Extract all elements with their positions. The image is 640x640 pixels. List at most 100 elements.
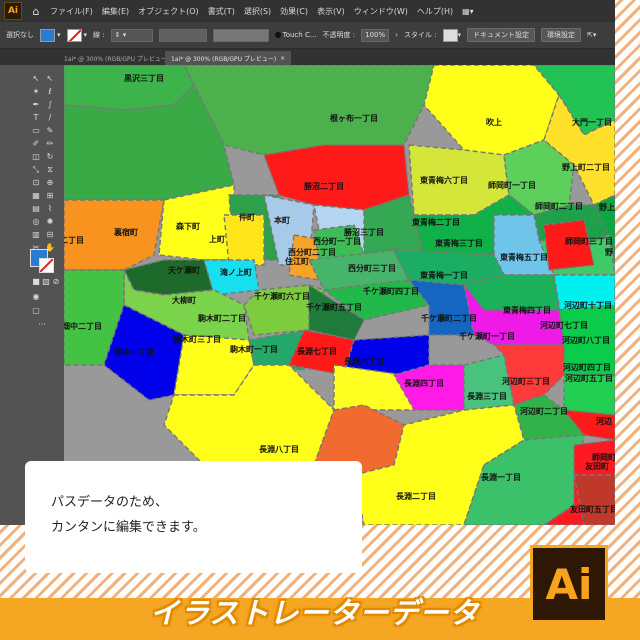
preferences-button[interactable]: 環境設定 — [541, 28, 582, 42]
app-logo: Ai — [4, 2, 22, 20]
direct-selection-tool-icon[interactable]: ↖ — [44, 73, 56, 85]
menu-file[interactable]: ファイル(F) — [50, 6, 93, 17]
map-label: 吹上 — [486, 117, 502, 127]
map-label: 東青梅六丁目 — [420, 175, 468, 185]
map-label: 河辺町八丁目 — [562, 335, 610, 345]
map-label: 大門一丁目 — [572, 117, 612, 127]
menu-view[interactable]: 表示(V) — [317, 6, 345, 17]
region-takinoue — [203, 259, 260, 296]
map-label: 西分町二丁目 — [288, 247, 336, 257]
map-label: 千ケ瀬町一丁目 — [459, 331, 515, 341]
stroke-weight-field[interactable]: ⇕ ▾ — [110, 28, 153, 42]
map-label: 東青梅五丁目 — [500, 252, 548, 262]
map-label: 長淵一丁目 — [481, 472, 521, 482]
map-label: 野 — [605, 248, 613, 257]
menu-select[interactable]: 選択(S) — [244, 6, 271, 17]
illustrator-window: Ai ⌂ ファイル(F) 編集(E) オブジェクト(O) 書式(T) 選択(S)… — [0, 0, 615, 525]
selection-status: 選択なし — [6, 31, 34, 39]
map-label: 駒木町二丁目 — [197, 313, 246, 323]
magic-wand-icon[interactable]: ✶ — [30, 86, 42, 98]
stroke-swatch[interactable]: ▾ — [66, 28, 87, 42]
map-label: 森下町 — [176, 221, 200, 231]
arrange-icon[interactable]: ⇱▾ — [587, 31, 596, 39]
map-label: 裏宿町 — [113, 227, 138, 237]
map-label: 河辺町三丁目 — [502, 376, 550, 386]
gradient-tool-icon[interactable]: ▤ — [30, 203, 42, 215]
menu-effect[interactable]: 効果(C) — [280, 6, 308, 17]
opacity-field[interactable]: 100% — [361, 28, 390, 42]
stroke-color-box[interactable] — [39, 258, 54, 273]
tab-document-2[interactable]: 1ai* @ 300% (RGB/GPU プレビュー) × — [165, 51, 292, 65]
map-label: 千ケ瀬町六丁目 — [254, 291, 310, 301]
width-tool-icon[interactable]: ⧖ — [44, 164, 56, 176]
menu-window[interactable]: ウィンドウ(W) — [354, 6, 408, 17]
variable-width-profile[interactable] — [158, 28, 207, 42]
opacity-chevron-icon[interactable]: › — [395, 31, 398, 39]
fill-swatch[interactable]: ▾ — [40, 28, 61, 42]
opacity-label: 不透明度 : — [322, 31, 356, 39]
artboard-tool-icon[interactable]: ⊟ — [44, 229, 56, 241]
banner-title: イラストレーターデータ — [150, 596, 480, 630]
none-mode-icon[interactable]: ⊘ — [50, 276, 62, 288]
curvature-tool-icon[interactable]: ∫ — [44, 99, 56, 111]
promo-line-1: パスデータのため、 — [51, 495, 169, 510]
menu-help[interactable]: ヘルプ(H) — [417, 6, 453, 17]
eraser-icon[interactable]: ◫ — [30, 151, 42, 163]
illustrator-logo: Ai — [530, 545, 608, 623]
lasso-icon[interactable]: ℓ — [44, 86, 56, 98]
map-label: 長淵四丁目 — [404, 378, 444, 388]
symbol-sprayer-icon[interactable]: ✺ — [44, 216, 56, 228]
shape-builder-icon[interactable]: ⊕ — [44, 177, 56, 189]
region-kurosawa — [64, 65, 195, 111]
paintbrush-icon[interactable]: ✎ — [44, 125, 56, 137]
draw-mode-icon[interactable]: ◉ — [30, 291, 42, 303]
pencil-icon[interactable]: ✏ — [44, 138, 56, 150]
scale-tool-icon[interactable]: ⤡ — [30, 164, 42, 176]
blend-tool-icon[interactable]: ◎ — [30, 216, 42, 228]
map-label: 仲町 — [239, 212, 255, 222]
map-label: 河辺 — [596, 416, 612, 426]
more-tools-icon[interactable]: ··· — [36, 319, 48, 331]
map-label: 千ケ瀬町四丁目 — [363, 286, 419, 296]
menu-type[interactable]: 書式(T) — [208, 6, 235, 17]
line-tool-icon[interactable]: / — [44, 112, 56, 124]
district-map[interactable]: 黒沢三丁目 根ヶ布一丁目 吹上 大門一丁目 東青梅六丁目 勝沼二丁目 師岡町一丁… — [64, 65, 615, 525]
selection-tool-icon[interactable]: ↖ — [30, 73, 42, 85]
perspective-grid-icon[interactable]: ▦ — [30, 190, 42, 202]
brush-dropdown[interactable]: Touch C... — [274, 31, 317, 39]
rotate-tool-icon[interactable]: ↻ — [44, 151, 56, 163]
map-label: 野上町二丁目 — [562, 162, 610, 172]
mesh-tool-icon[interactable]: ⊞ — [44, 190, 56, 202]
menu-object[interactable]: オブジェクト(O) — [138, 6, 199, 17]
column-graph-icon[interactable]: ▥ — [30, 229, 42, 241]
map-label: 河辺町四丁目 — [563, 362, 611, 372]
map-canvas[interactable]: 黒沢三丁目 根ヶ布一丁目 吹上 大門一丁目 東青梅六丁目 勝沼二丁目 師岡町一丁… — [64, 65, 615, 525]
region-kamicho — [223, 214, 265, 266]
brush-definition[interactable] — [212, 28, 269, 42]
map-label: 東青梅二丁目 — [412, 217, 460, 227]
control-bar: 選択なし ▾ ▾ 線 : ⇕ ▾ Touch C... 不透明度 : 100% … — [0, 22, 615, 49]
menu-edit[interactable]: 編集(E) — [102, 6, 129, 17]
free-transform-icon[interactable]: ⊡ — [30, 177, 42, 189]
map-label: 東青梅四丁目 — [503, 305, 551, 315]
style-swatch[interactable]: ▾ — [442, 28, 461, 42]
map-label: 千ケ瀬町五丁目 — [306, 302, 362, 312]
workspace-switcher[interactable]: ▦▾ — [462, 7, 474, 16]
eyedropper-icon[interactable]: ⌇ — [44, 203, 56, 215]
type-tool-icon[interactable]: T — [30, 112, 42, 124]
style-label: スタイル : — [403, 31, 437, 39]
pen-tool-icon[interactable]: ✒ — [30, 99, 42, 111]
screen-mode-icon[interactable]: ▢ — [30, 305, 42, 317]
map-label: 駒木町一丁目 — [229, 344, 278, 354]
region-fukiage — [423, 65, 560, 156]
map-label: 河辺町十丁目 — [564, 300, 612, 310]
tools-panel: ↖ ↖ ✶ ℓ ✒ ∫ T / ▭ ✎ ✐ ✏ ◫ ↻ ⤡ ⧖ ⊡ ⊕ ▦ ⊞ … — [0, 65, 64, 525]
document-settings-button[interactable]: ドキュメント設定 — [467, 28, 536, 42]
shaper-tool-icon[interactable]: ✐ — [30, 138, 42, 150]
promo-card: パスデータのため、 カンタンに編集できます。 — [25, 461, 362, 573]
map-label: 勝沼二丁目 — [304, 181, 344, 191]
map-label: 天ケ瀬町 — [168, 265, 200, 275]
map-label: 長淵六丁目 — [344, 356, 384, 366]
home-icon[interactable]: ⌂ — [28, 5, 44, 18]
rectangle-tool-icon[interactable]: ▭ — [30, 125, 42, 137]
